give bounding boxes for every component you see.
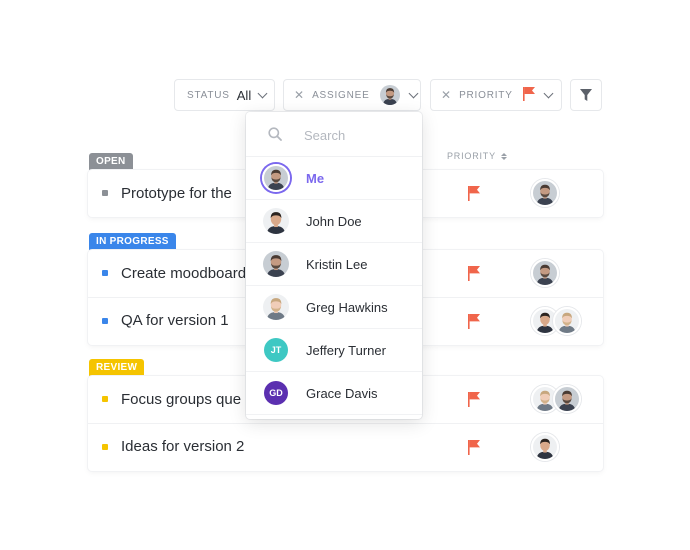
- assignee-dropdown: Me John Doe Kristin Lee Greg Hawkins JT Je…: [246, 112, 422, 419]
- task-name[interactable]: Prototype for the: [121, 185, 232, 202]
- user-option[interactable]: Kristin Lee: [246, 243, 422, 286]
- assignee-avatar: [531, 259, 559, 287]
- task-name[interactable]: QA for version 1: [121, 312, 229, 329]
- user-avatar: GD: [264, 381, 288, 405]
- user-name: Jeffery Turner: [306, 342, 386, 358]
- task-assignees[interactable]: [531, 259, 559, 287]
- user-option[interactable]: Me: [246, 157, 422, 200]
- task-name[interactable]: Focus groups que: [121, 391, 241, 408]
- task-row[interactable]: Ideas for version 2: [88, 423, 603, 469]
- priority-filter[interactable]: ✕ PRIORITY: [430, 79, 562, 111]
- user-name: John Doe: [306, 213, 362, 229]
- user-name: Grace Davis: [306, 385, 378, 401]
- chevron-down-icon: [257, 88, 268, 98]
- user-option[interactable]: Greg Hawkins: [246, 286, 422, 329]
- user-option[interactable]: John Doe: [246, 200, 422, 243]
- status-filter[interactable]: STATUS All: [174, 79, 275, 111]
- priority-flag-icon[interactable]: [468, 392, 480, 412]
- status-square[interactable]: [102, 396, 108, 402]
- search-icon: [268, 127, 282, 141]
- priority-flag-icon[interactable]: [468, 186, 480, 206]
- task-assignees[interactable]: [531, 307, 581, 335]
- assignee-avatar: [379, 85, 400, 105]
- search-input[interactable]: [304, 125, 409, 145]
- sort-icon: [500, 152, 507, 160]
- task-name[interactable]: Create moodboard: [121, 265, 246, 282]
- user-avatar: [262, 164, 290, 192]
- priority-column-label: PRIORITY: [447, 151, 496, 161]
- assignee-avatar: [553, 385, 581, 413]
- assignee-filter[interactable]: ✕ ASSIGNEE: [283, 79, 421, 111]
- priority-flag-icon[interactable]: [468, 266, 480, 286]
- filter-button[interactable]: [570, 79, 602, 111]
- user-name: Greg Hawkins: [306, 299, 388, 315]
- assignee-avatar: [553, 307, 581, 335]
- user-avatar: [263, 208, 289, 234]
- assignee-avatar: [531, 433, 559, 461]
- filter-funnel-icon: [580, 89, 592, 101]
- user-avatar: [263, 294, 289, 320]
- chevron-down-icon: [543, 88, 554, 98]
- status-square[interactable]: [102, 190, 108, 196]
- user-avatar: [263, 251, 289, 277]
- flag-icon: [522, 86, 535, 104]
- task-name[interactable]: Ideas for version 2: [121, 438, 244, 455]
- clear-assignee-icon[interactable]: ✕: [294, 88, 304, 102]
- task-assignees[interactable]: [531, 179, 559, 207]
- user-option[interactable]: JT Jeffery Turner: [246, 329, 422, 372]
- status-square[interactable]: [102, 270, 108, 276]
- user-name: Me: [306, 170, 325, 186]
- status-square[interactable]: [102, 317, 108, 324]
- status-filter-label: STATUS: [187, 89, 230, 101]
- chevron-down-icon: [408, 88, 419, 98]
- assignee-filter-label: ASSIGNEE: [312, 89, 370, 101]
- user-name: Kristin Lee: [306, 256, 368, 272]
- user-avatar: JT: [264, 338, 288, 362]
- dropdown-search: [246, 112, 422, 157]
- group-label-in-progress: IN PROGRESS: [89, 233, 176, 250]
- status-square[interactable]: [102, 443, 108, 450]
- status-filter-value: All: [236, 87, 252, 103]
- priority-flag-icon[interactable]: [468, 440, 480, 460]
- task-assignees[interactable]: [531, 385, 581, 413]
- task-assignees[interactable]: [531, 433, 559, 461]
- group-label-open: OPEN: [89, 153, 133, 170]
- priority-filter-label: PRIORITY: [459, 89, 513, 101]
- priority-column-header[interactable]: PRIORITY: [447, 151, 507, 161]
- user-option[interactable]: GD Grace Davis: [246, 372, 422, 415]
- clear-priority-icon[interactable]: ✕: [441, 88, 451, 102]
- priority-flag-icon[interactable]: [468, 314, 480, 334]
- assignee-avatar: [531, 179, 559, 207]
- group-label-review: REVIEW: [89, 359, 145, 376]
